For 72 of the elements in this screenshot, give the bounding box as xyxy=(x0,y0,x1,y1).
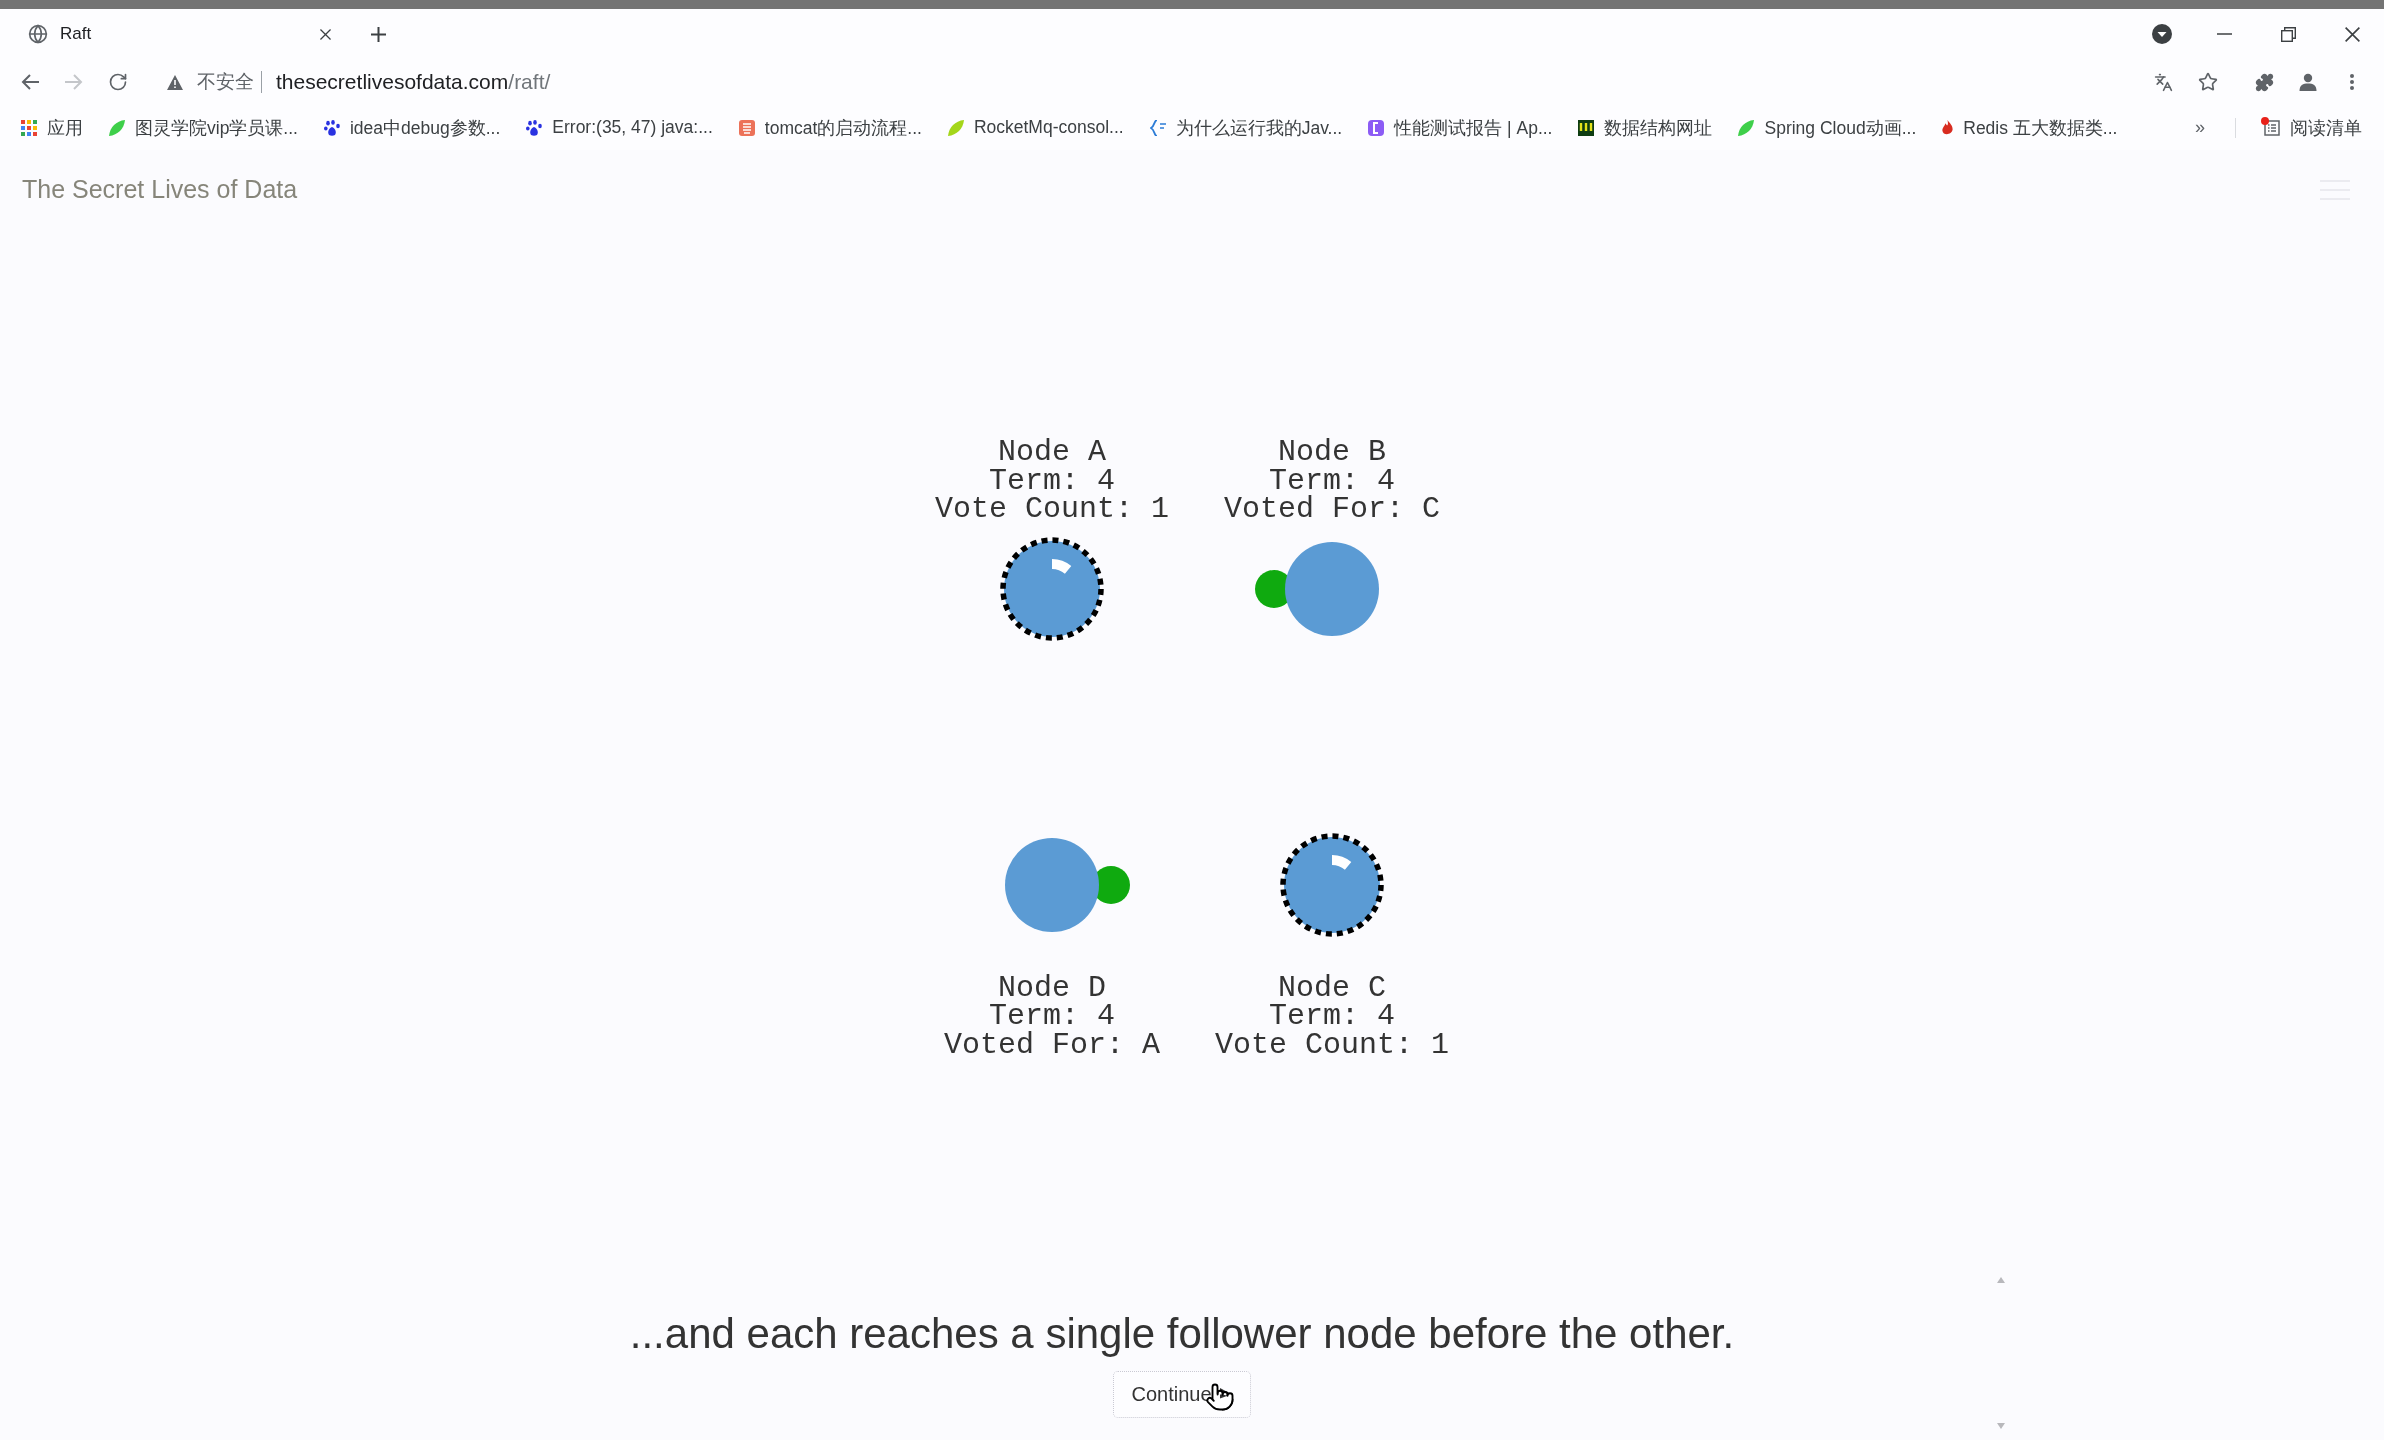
reading-list-label: 阅读清单 xyxy=(2290,116,2362,140)
node-vote-status: Voted For: C xyxy=(1223,495,1440,524)
puzzle-icon xyxy=(2254,72,2274,92)
bookmark-item[interactable]: Error:(35, 47) java:... xyxy=(522,112,717,143)
translate-icon xyxy=(2153,72,2173,92)
bookmark-label: RocketMq-consol... xyxy=(973,117,1124,138)
node-term: Term: 4 xyxy=(1268,1002,1395,1031)
back-arrow-icon xyxy=(21,74,39,90)
block-logo-icon xyxy=(1578,119,1595,136)
dropdown-circle-icon xyxy=(2152,24,2172,44)
node-vote-status: Vote Count: 1 xyxy=(934,495,1169,524)
bracket-logo-icon xyxy=(1368,119,1385,136)
bookmark-item[interactable]: 图灵学院vip学员课... xyxy=(105,112,302,143)
star-icon xyxy=(2198,72,2218,92)
reading-list-button[interactable]: 阅读清单 xyxy=(2260,112,2366,143)
node-name: Node A xyxy=(997,438,1106,467)
plus-icon xyxy=(370,26,386,42)
node-vote-status: Voted For: A xyxy=(943,1030,1160,1059)
forward-arrow-icon xyxy=(65,74,83,90)
bookmark-label: 图灵学院vip学员课... xyxy=(135,116,298,140)
bookmark-item[interactable]: tomcat的启动流程... xyxy=(734,112,926,143)
square-logo-icon xyxy=(738,119,755,136)
bookmark-item[interactable]: RocketMq-consol... xyxy=(943,112,1128,143)
brace-icon xyxy=(1149,119,1166,136)
site-title: The Secret Lives of Data xyxy=(22,175,298,204)
paw-icon xyxy=(323,119,340,136)
continue-button[interactable]: Continue xyxy=(1113,1371,1251,1418)
bookmark-label: Redis 五大数据类... xyxy=(1963,116,2118,140)
bookmark-item[interactable]: Spring Cloud动画... xyxy=(1734,112,1921,143)
bookmark-label: 性能测试报告 | Ap... xyxy=(1394,116,1553,140)
reload-icon xyxy=(108,72,128,92)
node-term: Term: 4 xyxy=(1268,466,1395,495)
bookmark-item[interactable]: 为什么运行我的Jav... xyxy=(1145,112,1347,143)
apps-grid-icon xyxy=(21,119,37,136)
bookmark-label: 应用 xyxy=(47,116,83,140)
minimize-icon xyxy=(2216,33,2232,35)
node-vote-status: Vote Count: 1 xyxy=(1214,1030,1449,1059)
leaf-icon xyxy=(947,119,964,136)
restore-icon xyxy=(2280,26,2296,42)
node-name: Node D xyxy=(997,973,1106,1002)
bookmark-item[interactable]: 性能测试报告 | Ap... xyxy=(1364,112,1557,143)
globe-icon xyxy=(28,24,48,44)
bookmark-label: 数据结构网址 xyxy=(1604,116,1713,140)
bookmarks-overflow-button[interactable]: » xyxy=(2189,117,2211,138)
node-term: Term: 4 xyxy=(988,466,1115,495)
bookmark-item[interactable]: 应用 xyxy=(17,112,87,143)
tab-search-button[interactable] xyxy=(2151,23,2173,45)
tab-title: Raft xyxy=(60,24,92,44)
paw-icon xyxy=(526,119,543,136)
close-icon xyxy=(2344,26,2360,42)
bookmark-label: idea中debug参数... xyxy=(349,116,501,140)
bookmark-label: tomcat的启动流程... xyxy=(764,116,922,140)
kebab-menu-icon xyxy=(2350,74,2354,90)
close-icon xyxy=(319,28,331,40)
node-name: Node B xyxy=(1277,438,1386,467)
reading-list-icon xyxy=(2264,119,2280,136)
node-term: Term: 4 xyxy=(988,1002,1115,1031)
url-text: thesecretlivesofdata.com/raft/ xyxy=(276,70,551,94)
bookmark-item[interactable]: Redis 五大数据类... xyxy=(1938,112,2122,143)
node-name: Node C xyxy=(1277,973,1386,1002)
person-icon xyxy=(2299,73,2317,91)
leaf-icon xyxy=(109,119,125,136)
bookmark-label: 为什么运行我的Jav... xyxy=(1175,116,1343,140)
flame-icon xyxy=(1942,119,1954,136)
leaf-icon xyxy=(1738,119,1755,136)
security-label: 不安全 xyxy=(197,70,254,94)
bookmark-label: Error:(35, 47) java:... xyxy=(552,117,713,138)
bookmark-item[interactable]: idea中debug参数... xyxy=(319,112,505,143)
caption-text: ...and each reaches a single follower node before the other. xyxy=(629,1309,1735,1359)
bookmark-item[interactable]: 数据结构网址 xyxy=(1574,112,1717,143)
bookmark-label: Spring Cloud动画... xyxy=(1764,116,1917,140)
warning-icon xyxy=(167,74,183,90)
